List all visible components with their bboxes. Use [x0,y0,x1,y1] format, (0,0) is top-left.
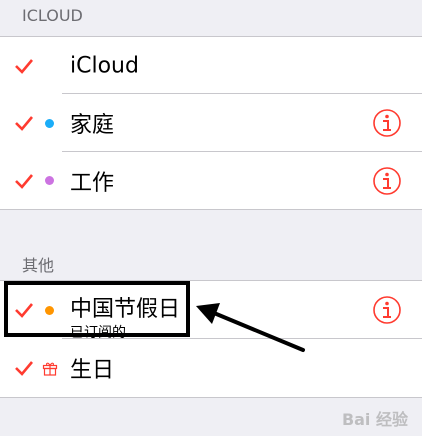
watermark: Bai 经验 [341,410,408,429]
annotation-arrow-icon [196,303,305,352]
